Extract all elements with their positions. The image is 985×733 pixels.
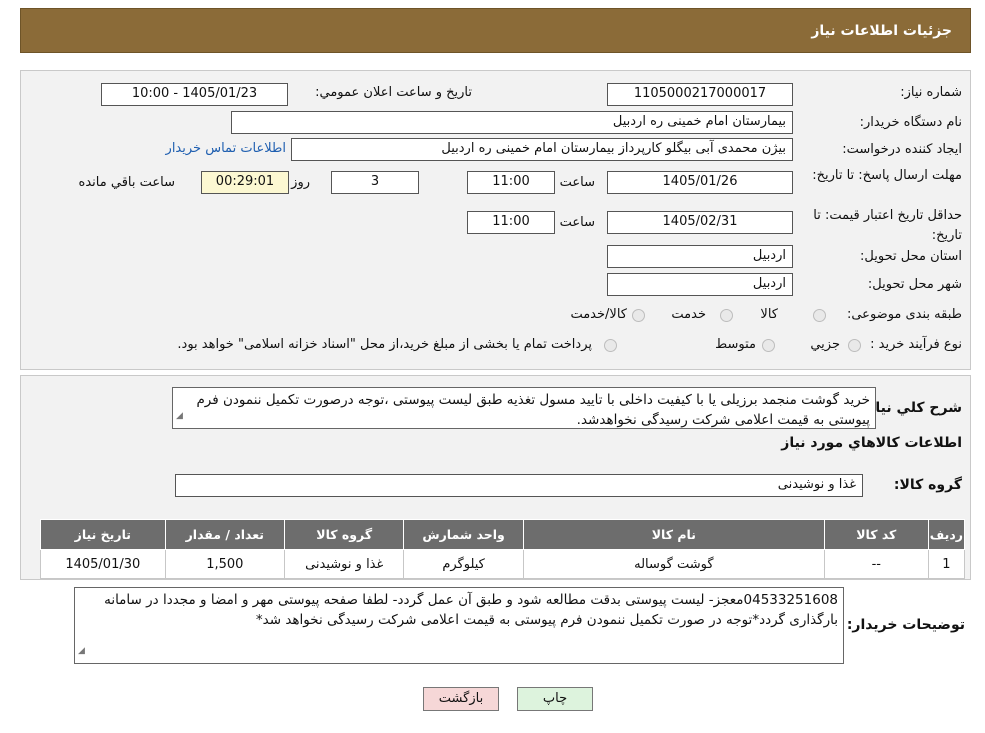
province-label: استان محل تحويل:	[860, 249, 962, 264]
remaining-time-label: ساعت باقي مانده	[78, 175, 175, 190]
city-field: اردبیل	[607, 273, 793, 296]
page-title: جزئیات اطلاعات نیاز	[811, 23, 952, 39]
need-number-label: شماره نیاز:	[900, 85, 962, 100]
validity-date-field: 1405/02/31	[607, 211, 793, 234]
col-qty-header: تعداد / مقدار	[164, 519, 286, 550]
process-radio-minor[interactable]	[848, 339, 861, 352]
buyer-contact-link[interactable]: اطلاعات تماس خريدار	[166, 141, 286, 156]
validity-time-label: ساعت	[559, 215, 595, 230]
col-row-header: رديف	[927, 519, 966, 550]
col-unit-header: واحد شمارش	[403, 519, 524, 550]
city-label: شهر محل تحويل:	[867, 277, 962, 292]
category-radio-service[interactable]	[720, 309, 733, 322]
buyer-notes-textarea[interactable]: 04533251608معجز- لیست پیوستی بدقت مطالعه…	[74, 587, 844, 664]
cell-date: 1405/01/30	[40, 549, 166, 579]
process-radio-treasury[interactable]	[604, 339, 617, 352]
creator-field: بیژن محمدی آبی بیگلو کارپرداز بیمارستان …	[291, 138, 793, 161]
buyer-org-field: بیمارستان امام خمینی ره اردبیل	[231, 111, 793, 134]
resize-grip-icon[interactable]: ◢	[78, 641, 85, 661]
need-number-field: 1105000217000017	[607, 83, 793, 106]
deadline-time-label: ساعت	[559, 175, 595, 190]
goods-info-title: اطلاعات کالاهاي مورد نياز	[781, 435, 962, 451]
category-radio-goods[interactable]	[813, 309, 826, 322]
cell-row: 1	[927, 549, 966, 579]
summary-label: شرح کلي نياز:	[861, 400, 962, 416]
days-field: 3	[331, 171, 419, 194]
print-button[interactable]: چاپ	[517, 687, 593, 711]
announce-datetime-label: تاريخ و ساعت اعلان عمومي:	[315, 85, 472, 100]
category-label: طبقه بندی موضوعی:	[846, 307, 962, 322]
deadline-time-field: 11:00	[467, 171, 555, 194]
validity-label: حداقل تاريخ اعتبار قيمت: تا تاريخ:	[813, 208, 962, 243]
page-header: جزئیات اطلاعات نیاز	[20, 8, 971, 53]
process-label: نوع فرآيند خريد :	[870, 337, 962, 352]
remaining-time-field: 00:29:01	[201, 171, 289, 194]
table-header-row: رديف کد کالا نام کالا واحد شمارش گروه کا…	[40, 519, 966, 550]
col-name-header: نام کالا	[522, 519, 825, 550]
summary-textarea[interactable]: خرید گوشت منجمد برزیلی یا با کیفیت داخلی…	[172, 387, 876, 429]
table-row: 1 -- گوشت گوساله کیلوگرم غذا و نوشیدنی 1…	[40, 549, 966, 579]
need-details-panel: شماره نیاز: 1105000217000017 تاريخ و ساع…	[20, 70, 971, 370]
goods-group-field: غذا و نوشیدنی	[175, 474, 863, 497]
cell-unit: کیلوگرم	[403, 549, 524, 579]
process-option-minor: جزيي	[810, 337, 840, 352]
resize-grip-icon[interactable]: ◢	[176, 406, 183, 426]
province-field: اردبیل	[607, 245, 793, 268]
cell-code: --	[823, 549, 929, 579]
goods-table: رديف کد کالا نام کالا واحد شمارش گروه کا…	[40, 519, 966, 579]
process-radio-medium[interactable]	[762, 339, 775, 352]
announce-datetime-field: 1405/01/23 - 10:00	[101, 83, 288, 106]
summary-text: خرید گوشت منجمد برزیلی یا با کیفیت داخلی…	[196, 392, 870, 428]
buyer-notes-label: توضيحات خريدار:	[846, 617, 965, 633]
buyer-org-label: نام دستگاه خريدار:	[859, 115, 962, 130]
cell-group: غذا و نوشیدنی	[283, 549, 405, 579]
deadline-date-field: 1405/01/26	[607, 171, 793, 194]
col-code-header: کد کالا	[823, 519, 929, 550]
buyer-notes-text: 04533251608معجز- لیست پیوستی بدقت مطالعه…	[104, 592, 838, 628]
category-option-goods-service: کالا/خدمت	[570, 307, 627, 322]
validity-time-field: 11:00	[467, 211, 555, 234]
creator-label: ايجاد کننده درخواست:	[842, 142, 962, 157]
goods-group-label: گروه کالا:	[893, 477, 962, 493]
process-note: پرداخت تمام يا بخشی از مبلغ خريد،از محل …	[177, 337, 592, 352]
back-button[interactable]: بازگشت	[423, 687, 499, 711]
category-radio-goods-service[interactable]	[632, 309, 645, 322]
category-option-service: خدمت	[671, 307, 706, 322]
col-date-header: تاريخ نياز	[40, 519, 166, 550]
category-option-goods: کالا	[760, 307, 778, 322]
cell-qty: 1,500	[164, 549, 286, 579]
col-group-header: گروه کالا	[283, 519, 405, 550]
deadline-label: مهلت ارسال پاسخ: تا تاريخ:	[812, 168, 962, 183]
cell-name: گوشت گوساله	[522, 549, 825, 579]
process-option-medium: متوسط	[715, 337, 756, 352]
